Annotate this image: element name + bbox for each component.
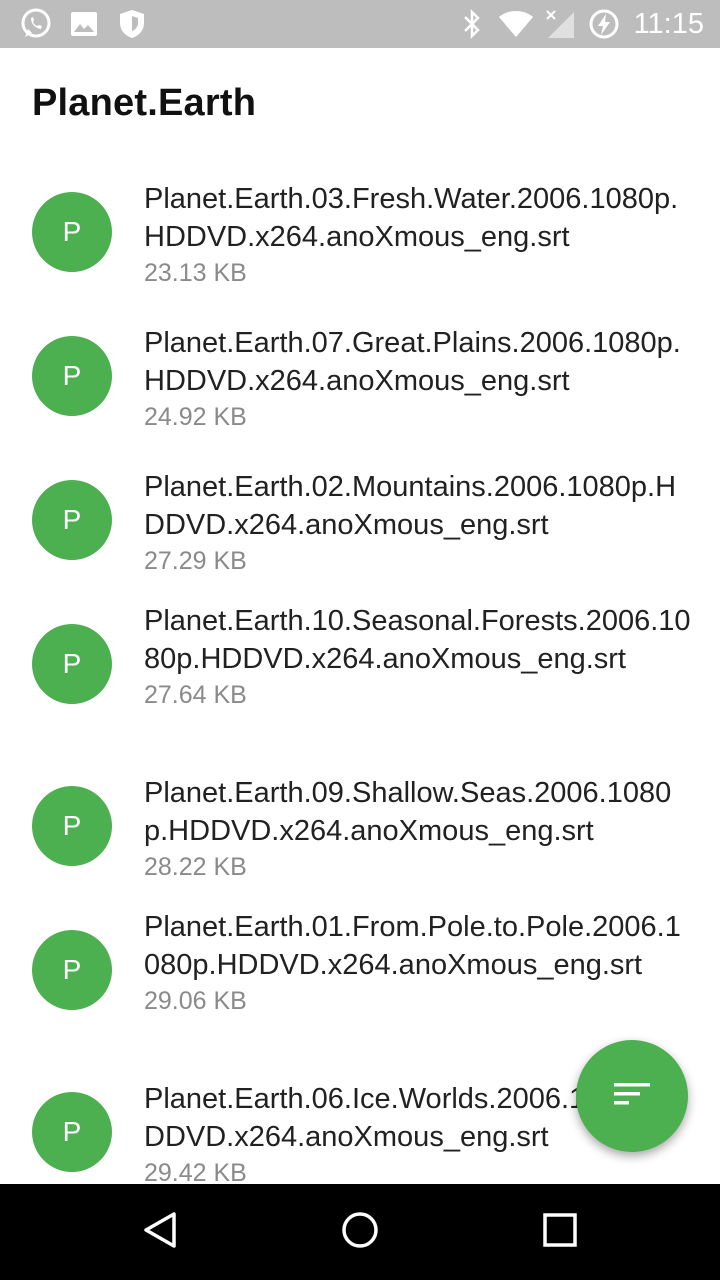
file-size: 29.42 KB	[144, 1159, 247, 1184]
signal-icon	[542, 6, 578, 42]
status-time: 11:15	[633, 7, 704, 40]
file-size: 23.13 KB	[144, 259, 247, 287]
back-button[interactable]	[136, 1208, 184, 1256]
file-size: 27.64 KB	[144, 681, 247, 709]
recents-icon	[540, 1210, 580, 1255]
avatar: P	[32, 336, 112, 416]
battery-charging-icon	[586, 6, 622, 42]
file-name: Planet.Earth.09.Shallow.Seas.2006.1080p.…	[144, 777, 672, 847]
file-list: P Planet.Earth.03.Fresh.Water.2006.1080p…	[0, 160, 720, 1184]
avatar: P	[32, 624, 112, 704]
recents-button[interactable]	[536, 1208, 584, 1256]
file-size: 29.06 KB	[144, 987, 247, 1015]
home-button[interactable]	[336, 1208, 384, 1256]
navigation-bar	[0, 1184, 720, 1280]
avatar: P	[32, 480, 112, 560]
wifi-icon	[498, 6, 534, 42]
home-icon	[340, 1210, 380, 1255]
file-name: Planet.Earth.01.From.Pole.to.Pole.2006.1…	[144, 911, 681, 981]
file-name: Planet.Earth.03.Fresh.Water.2006.1080p.H…	[144, 183, 679, 253]
sort-icon	[612, 1074, 652, 1119]
avatar: P	[32, 1092, 112, 1172]
avatar: P	[32, 930, 112, 1010]
file-name: Planet.Earth.02.Mountains.2006.1080p.HDD…	[144, 471, 677, 541]
image-icon	[66, 6, 102, 42]
file-name: Planet.Earth.10.Seasonal.Forests.2006.10…	[144, 605, 691, 675]
file-name: Planet.Earth.07.Great.Plains.2006.1080p.…	[144, 327, 681, 397]
sort-button[interactable]	[576, 1040, 688, 1152]
page-title: Planet.Earth	[32, 82, 257, 124]
file-size: 27.29 KB	[144, 547, 247, 575]
avatar: P	[32, 192, 112, 272]
shield-icon	[114, 6, 150, 42]
whatsapp-icon	[18, 6, 54, 42]
back-icon	[140, 1210, 180, 1255]
status-bar: 11:15	[0, 0, 720, 48]
bluetooth-icon	[454, 6, 490, 42]
app-bar: Planet.Earth	[0, 48, 720, 160]
avatar: P	[32, 786, 112, 866]
file-size: 24.92 KB	[144, 403, 247, 431]
file-size: 28.22 KB	[144, 853, 247, 881]
